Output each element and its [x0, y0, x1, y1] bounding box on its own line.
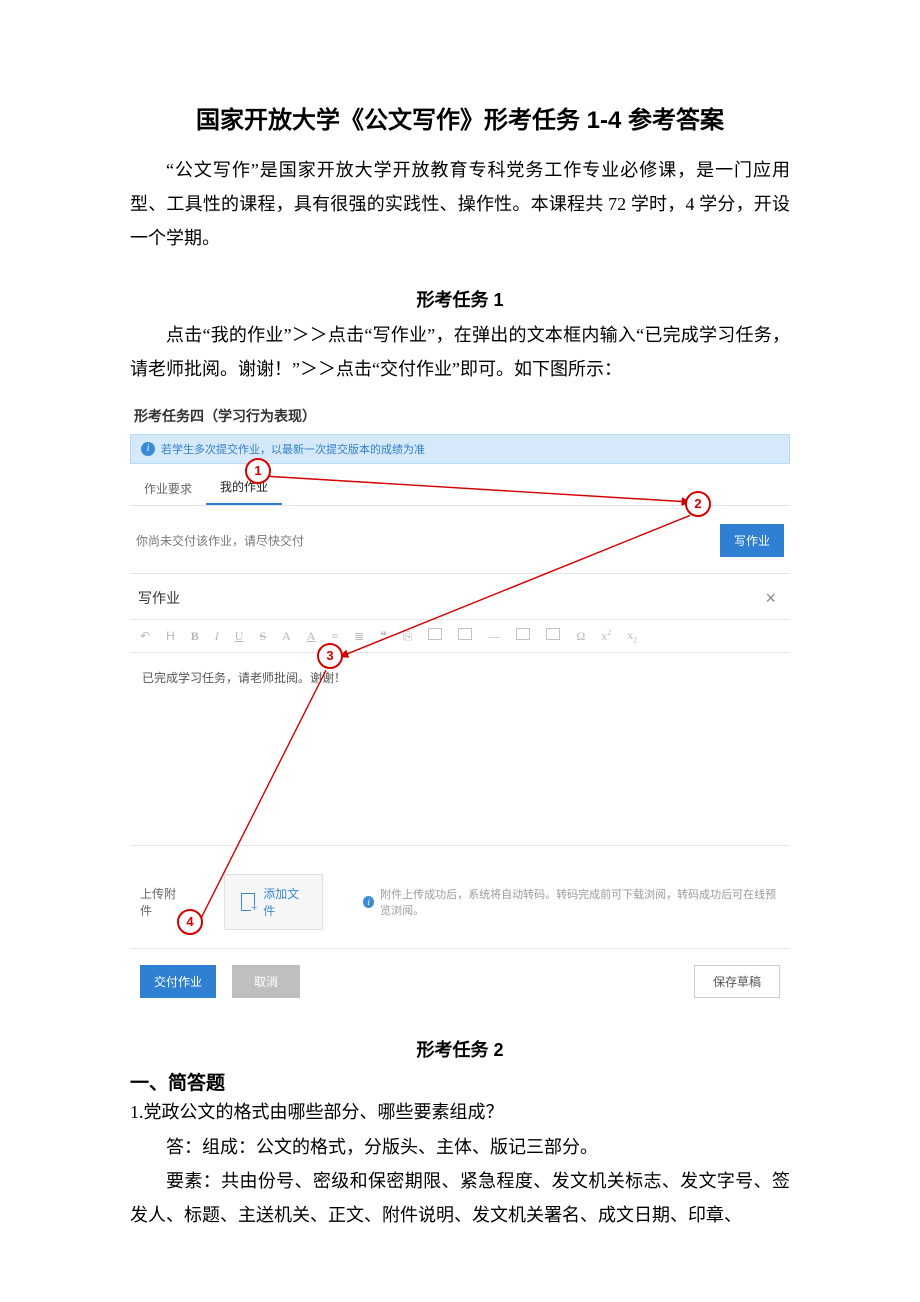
add-file-button[interactable]: 添加文件 [224, 874, 324, 930]
add-file-label: 添加文件 [263, 885, 306, 919]
screenshot-mock: 1 2 3 4 形考任务四（学习行为表现） i 若学生多次提交作业，以最新一次提… [130, 404, 790, 1002]
info-icon: i [141, 442, 155, 456]
intro-paragraph: “公文写作”是国家开放大学开放教育专科党务工作专业必修课，是一门应用型、工具性的… [130, 153, 790, 256]
editor-title: 写作业 [138, 588, 180, 608]
task1-body: 点击“我的作业”＞＞点击“写作业”，在弹出的文本框内输入“已完成学习任务，请老师… [130, 318, 790, 386]
info-text: 若学生多次提交作业，以最新一次提交版本的成绩为准 [161, 441, 425, 457]
callout-4: 4 [177, 909, 203, 935]
heading-icon[interactable]: H [166, 629, 175, 643]
not-submitted-text: 你尚未交付该作业，请尽快交付 [136, 532, 304, 549]
indent-icon[interactable] [546, 628, 560, 644]
editor-textarea[interactable]: 已完成学习任务，请老师批阅。谢谢！ [130, 653, 790, 845]
tab-requirements[interactable]: 作业要求 [130, 472, 206, 505]
info-bar: i 若学生多次提交作业，以最新一次提交版本的成绩为准 [130, 434, 790, 464]
editor-toolbar: ↶ H B I U S A A ≡ ≣ ❝ ⎘ — Ω x2 x2 [130, 619, 790, 653]
panel-title: 形考任务四（学习行为表现） [130, 404, 790, 434]
a1-line1: 答：组成：公文的格式，分版头、主体、版记三部分。 [130, 1130, 790, 1164]
a1-line2: 要素：共由份号、密级和保密期限、紧急程度、发文机关标志、发文字号、签发人、标题、… [130, 1164, 790, 1232]
bold-icon[interactable]: B [191, 629, 199, 644]
doc-title: 国家开放大学《公文写作》形考任务 1-4 参考答案 [130, 100, 790, 135]
write-homework-button[interactable]: 写作业 [720, 524, 784, 557]
task2-heading: 形考任务 2 [130, 1036, 790, 1062]
hr-icon[interactable]: — [488, 629, 500, 644]
info-icon: i [363, 896, 374, 908]
font-size-icon[interactable]: A [282, 629, 291, 644]
tab-my-homework[interactable]: 我的作业 [206, 470, 282, 505]
undo-icon[interactable]: ↶ [140, 629, 150, 644]
save-draft-button[interactable]: 保存草稿 [694, 965, 780, 998]
superscript-icon[interactable]: x2 [601, 628, 611, 644]
link-icon[interactable]: ⎘ [403, 629, 413, 644]
q-section-heading: 一、简答题 [130, 1068, 790, 1095]
italic-icon[interactable]: I [215, 629, 219, 644]
attach-label: 上传附件 [140, 885, 184, 919]
close-icon[interactable]: × [759, 588, 782, 609]
table-icon[interactable] [428, 628, 442, 644]
strike-icon[interactable]: S [259, 629, 266, 644]
submit-homework-button[interactable]: 交付作业 [140, 965, 216, 998]
align-icon[interactable] [516, 628, 530, 644]
attach-note-text: 附件上传成功后，系统将自动转码。转码完成前可下载浏阅，转码成功后可在线预览浏阅。 [380, 886, 780, 918]
quote-icon[interactable]: ❝ [380, 629, 386, 644]
font-color-icon[interactable]: A [307, 629, 316, 644]
task1-heading: 形考任务 1 [130, 286, 790, 312]
callout-1: 1 [245, 458, 271, 484]
cancel-button[interactable]: 取消 [232, 965, 300, 998]
ordered-list-icon[interactable]: ≡ [331, 629, 338, 644]
callout-2: 2 [685, 491, 711, 517]
callout-3: 3 [317, 643, 343, 669]
file-icon [241, 893, 256, 911]
attach-note: i 附件上传成功后，系统将自动转码。转码完成前可下载浏阅，转码成功后可在线预览浏… [363, 886, 780, 918]
q1-text: 1.党政公文的格式由哪些部分、哪些要素组成？ [130, 1095, 790, 1129]
subscript-icon[interactable]: x2 [627, 628, 637, 644]
underline-icon[interactable]: U [235, 629, 244, 644]
unordered-list-icon[interactable]: ≣ [354, 629, 364, 644]
image-icon[interactable] [458, 628, 472, 644]
omega-icon[interactable]: Ω [576, 629, 585, 644]
